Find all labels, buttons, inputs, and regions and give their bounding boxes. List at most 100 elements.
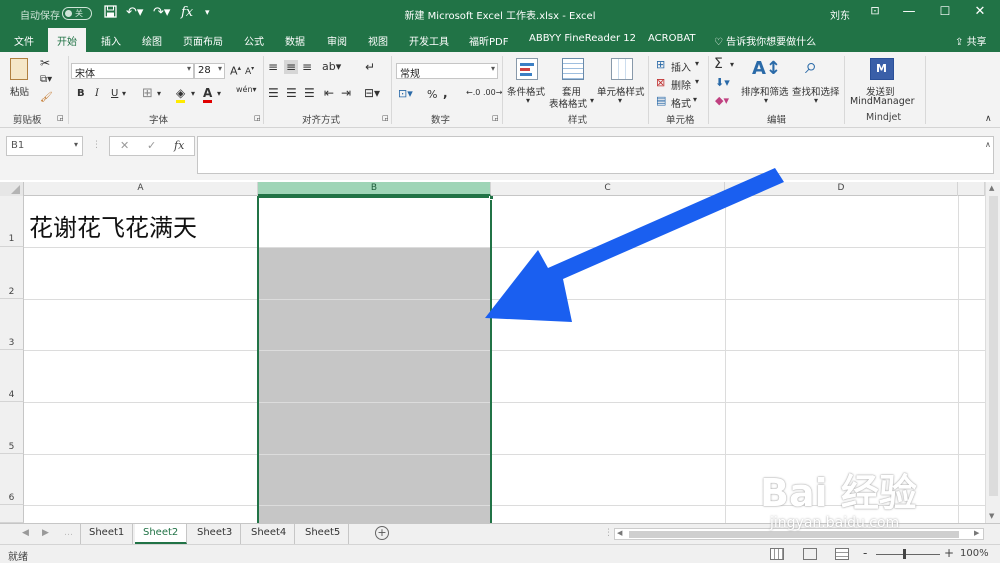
chevron-down-icon[interactable]: ▾	[814, 96, 818, 105]
row-header-6[interactable]: 6	[0, 454, 24, 505]
prev-sheet-icon[interactable]: ◀	[22, 528, 29, 538]
underline-dropdown-icon[interactable]: ▾	[122, 89, 126, 98]
next-sheet-icon[interactable]: ▶	[42, 528, 49, 538]
paste-icon[interactable]	[10, 58, 28, 80]
percent-button[interactable]: %	[427, 88, 437, 101]
tab-formulas[interactable]: 公式	[244, 33, 264, 48]
maximize-icon[interactable]: ☐	[935, 4, 955, 18]
scroll-down-icon[interactable]: ▼	[989, 512, 994, 520]
fill-handle[interactable]	[489, 196, 494, 200]
font-name-combo[interactable]: 宋体 ▾	[71, 63, 194, 80]
enter-icon[interactable]: ✓	[147, 139, 156, 152]
cancel-icon[interactable]: ✕	[120, 139, 129, 152]
align-center-icon[interactable]: ☰	[286, 86, 297, 100]
row-header-7[interactable]	[0, 505, 24, 523]
tab-page-layout[interactable]: 页面布局	[183, 33, 223, 48]
tab-abbyy[interactable]: ABBYY FineReader 12	[529, 33, 636, 44]
number-format-combo[interactable]: 常规 ▾	[396, 63, 498, 80]
tab-insert[interactable]: 插入	[101, 33, 121, 48]
close-icon[interactable]: ✕	[970, 4, 990, 19]
zoom-out-button[interactable]: -	[863, 546, 867, 560]
format-as-table-label-2[interactable]: 表格格式	[549, 96, 587, 110]
more-sheets-icon[interactable]: …	[64, 528, 73, 538]
zoom-slider[interactable]	[876, 554, 940, 555]
fill-color-icon[interactable]: ◈	[176, 86, 186, 103]
format-painter-icon[interactable]: 🖌	[40, 92, 53, 103]
align-middle-icon[interactable]: ≡	[284, 60, 299, 74]
column-header-a[interactable]: A	[24, 182, 258, 196]
vertical-scroll-thumb[interactable]	[989, 196, 998, 496]
scroll-left-icon[interactable]: ◀	[617, 529, 622, 537]
sheet-tab-4[interactable]: Sheet4	[243, 524, 296, 544]
scroll-right-icon[interactable]: ▶	[974, 529, 979, 537]
zoom-in-button[interactable]: +	[944, 546, 954, 560]
add-sheet-button[interactable]: +	[375, 526, 389, 540]
formula-input[interactable]	[197, 136, 994, 174]
minimize-icon[interactable]: —	[899, 4, 919, 19]
bold-button[interactable]: B	[77, 88, 85, 99]
comma-button[interactable]: ,	[443, 86, 448, 100]
increase-decimal-icon[interactable]: ←.0	[466, 88, 480, 97]
font-launcher-icon[interactable]: ◲	[254, 114, 261, 122]
borders-dropdown-icon[interactable]: ▾	[157, 89, 161, 98]
alignment-launcher-icon[interactable]: ◲	[382, 114, 389, 122]
chevron-down-icon[interactable]: ▾	[618, 96, 622, 105]
autosum-icon[interactable]: Σ	[714, 56, 723, 72]
sheet-tab-1[interactable]: Sheet1	[80, 524, 134, 544]
number-launcher-icon[interactable]: ◲	[492, 114, 499, 122]
decrease-indent-icon[interactable]: ⇤	[324, 86, 334, 100]
format-as-table-icon[interactable]	[562, 58, 584, 80]
column-header-d[interactable]: D	[725, 182, 958, 196]
increase-indent-icon[interactable]: ⇥	[341, 86, 351, 100]
wrap-text-icon[interactable]: ↵	[365, 60, 375, 74]
ribbon-display-icon[interactable]: ⊡	[865, 4, 885, 17]
orientation-icon[interactable]: ab▾	[322, 60, 341, 73]
clear-icon[interactable]: ◆▾	[715, 94, 729, 107]
insert-cells-icon[interactable]: ⊞	[656, 58, 665, 71]
underline-button[interactable]: U	[111, 88, 118, 99]
cell-a1[interactable]: 花谢花飞花满天	[29, 208, 197, 243]
conditional-format-icon[interactable]	[516, 58, 538, 80]
chevron-down-icon[interactable]: ▾	[590, 96, 594, 105]
name-box[interactable]: B1 ▾	[6, 136, 83, 156]
column-header-e[interactable]	[958, 182, 985, 196]
expand-formula-icon[interactable]: ∧	[985, 140, 991, 149]
copy-icon[interactable]: ⧉▾	[40, 74, 52, 85]
font-color-dropdown-icon[interactable]: ▾	[217, 89, 221, 98]
column-header-c[interactable]: C	[491, 182, 725, 196]
send-to-mindmanager-label-2[interactable]: MindManager	[850, 96, 915, 107]
find-select-icon[interactable]: ⌕	[805, 54, 817, 79]
cut-icon[interactable]: ✂	[40, 56, 50, 70]
sheet-tab-2[interactable]: Sheet2	[135, 524, 188, 544]
scroll-up-icon[interactable]: ▲	[989, 184, 994, 192]
sheet-tab-5[interactable]: Sheet5	[297, 524, 350, 544]
user-name[interactable]: 刘东	[830, 7, 850, 22]
tell-me-box[interactable]: ♡ 告诉我你想要做什么	[714, 33, 816, 48]
row-header-1[interactable]: 1	[0, 196, 24, 247]
normal-view-icon[interactable]	[770, 548, 784, 560]
tab-draw[interactable]: 绘图	[142, 33, 162, 48]
align-bottom-icon[interactable]: ≡	[302, 60, 312, 74]
chevron-down-icon[interactable]: ▾	[695, 77, 699, 86]
page-layout-view-icon[interactable]	[803, 548, 817, 560]
shrink-font-icon[interactable]: A▾	[245, 65, 254, 77]
align-top-icon[interactable]: ≡	[268, 60, 278, 74]
clipboard-launcher-icon[interactable]: ◲	[57, 114, 64, 122]
phonetic-icon[interactable]: wén▾	[236, 85, 257, 94]
sort-filter-icon[interactable]: A↕	[752, 58, 781, 79]
tab-data[interactable]: 数据	[285, 33, 305, 48]
row-header-5[interactable]: 5	[0, 402, 24, 454]
borders-icon[interactable]: ⊞	[142, 86, 153, 101]
format-cells-icon[interactable]: ▤	[656, 94, 666, 107]
fill-dropdown-icon[interactable]: ▾	[191, 89, 195, 98]
delete-cells-icon[interactable]: ⊠	[656, 76, 665, 89]
format-cells-button[interactable]: 格式	[671, 95, 691, 110]
select-all-button[interactable]	[0, 182, 24, 196]
tab-file[interactable]: 文件	[14, 33, 34, 48]
delete-cells-button[interactable]: 删除	[671, 77, 691, 92]
chevron-down-icon[interactable]: ▾	[526, 96, 530, 105]
italic-button[interactable]: I	[95, 88, 99, 99]
tab-review[interactable]: 审阅	[327, 33, 347, 48]
chevron-down-icon[interactable]: ▾	[693, 95, 697, 104]
zoom-level[interactable]: 100%	[960, 548, 989, 559]
